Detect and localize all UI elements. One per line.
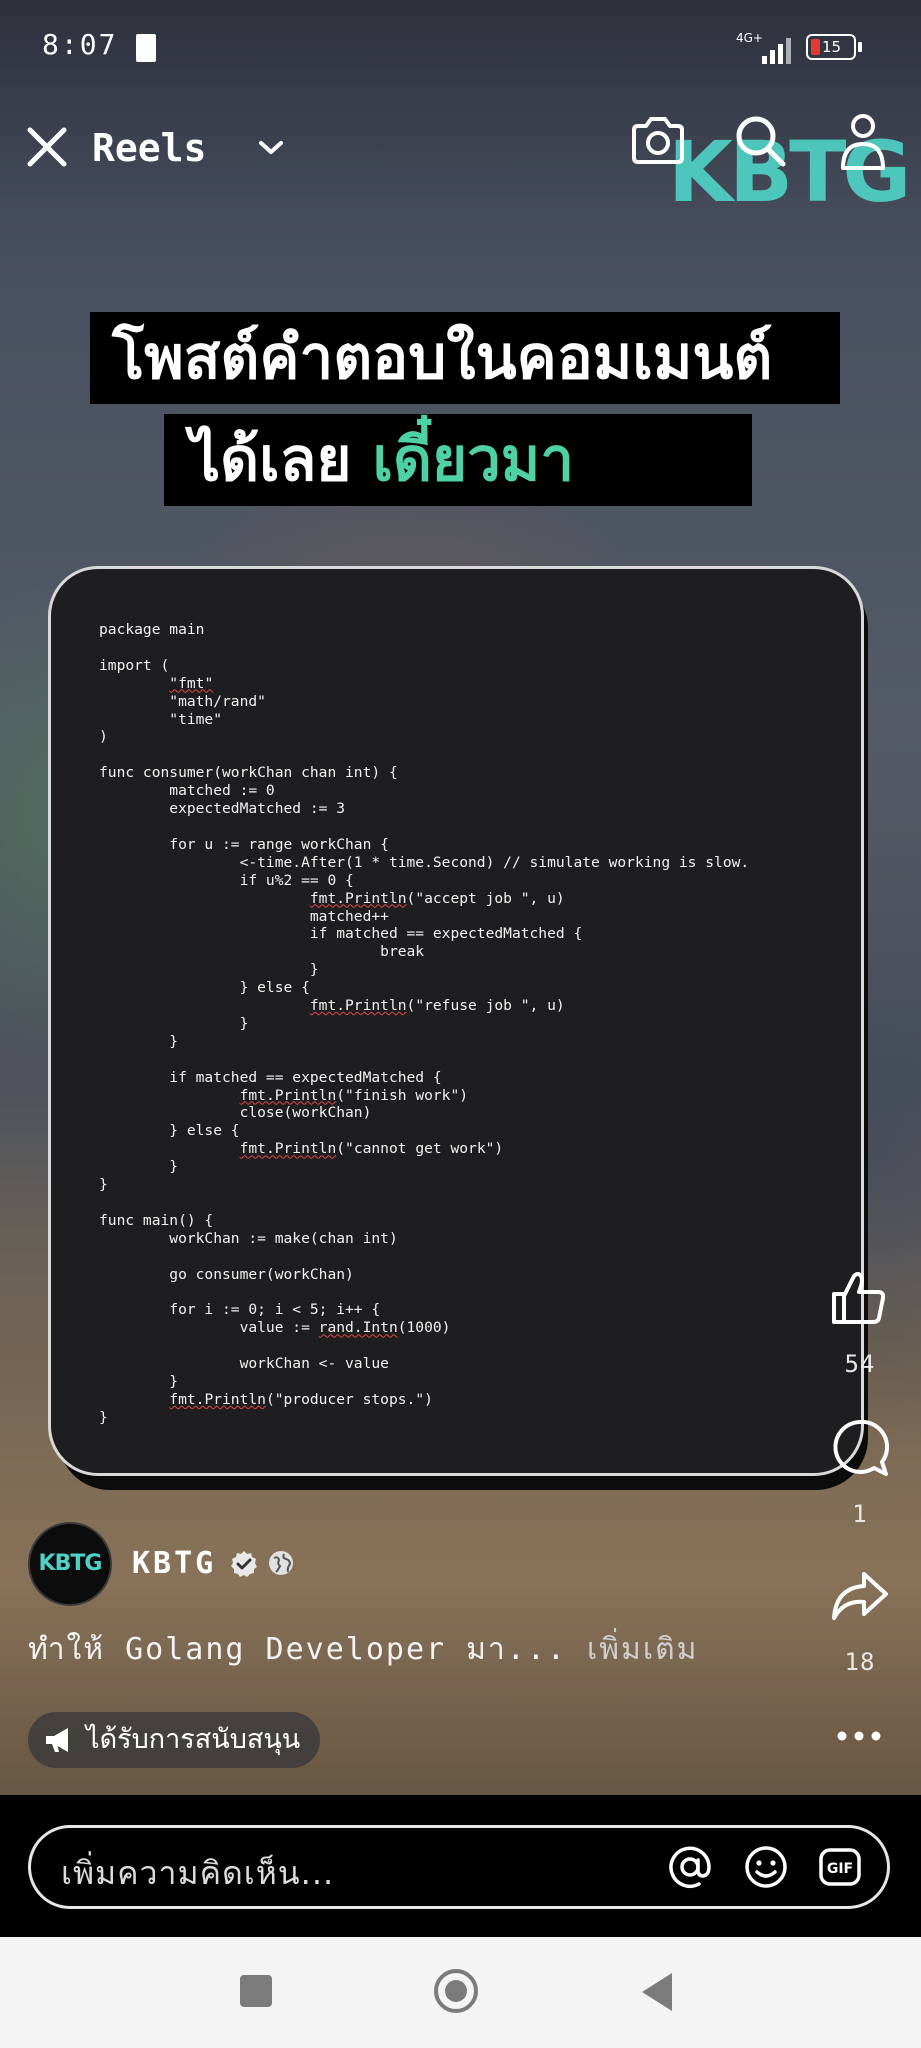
search-icon[interactable] bbox=[734, 114, 788, 170]
code-line: matched++ bbox=[309, 907, 389, 925]
chevron-down-icon[interactable] bbox=[256, 138, 286, 158]
code-line: expectedMatched := 3 bbox=[169, 800, 346, 818]
battery-saver-icon bbox=[136, 34, 156, 62]
code-line: func main() { bbox=[99, 1211, 214, 1229]
back-button[interactable] bbox=[642, 1973, 672, 2011]
code-line: import ( bbox=[99, 656, 170, 674]
comment-count: 1 bbox=[852, 1500, 868, 1528]
at-icon[interactable] bbox=[667, 1844, 713, 1890]
code-line: "fmt" bbox=[169, 674, 214, 692]
comment-bubble-icon[interactable] bbox=[830, 1418, 890, 1478]
comment-input[interactable]: เพิ่มความคิดเห็น... GIF bbox=[28, 1825, 890, 1909]
code-line: <-time.After(1 * time.Second) // simulat… bbox=[239, 853, 750, 871]
code-line: for u := range workChan { bbox=[169, 835, 389, 853]
battery-level: 15 bbox=[822, 38, 842, 56]
verified-badge-icon bbox=[231, 1551, 257, 1577]
share-arrow-icon[interactable] bbox=[830, 1566, 890, 1626]
code-line: "time" bbox=[169, 710, 223, 728]
headline-text-1: โพสต์คำตอบในคอมเมนต์ bbox=[112, 323, 773, 393]
code-line: break bbox=[380, 943, 425, 961]
code-line: if matched == expectedMatched { bbox=[309, 925, 583, 943]
code-line: if matched == expectedMatched { bbox=[169, 1068, 442, 1086]
code-line: workChan <- value bbox=[239, 1355, 389, 1373]
megaphone-icon bbox=[46, 1728, 68, 1752]
avatar-logo-text: KBTG bbox=[38, 1551, 103, 1576]
sponsored-label: ได้รับการสนับสนุน bbox=[86, 1724, 301, 1755]
recent-apps-button[interactable] bbox=[240, 1975, 272, 2007]
headline-line-2: ได้เลย เดี๋ยวมา bbox=[164, 414, 752, 506]
battery-tip bbox=[858, 42, 862, 52]
sponsored-badge[interactable]: ได้รับการสนับสนุน bbox=[28, 1712, 321, 1768]
system-nav-bar bbox=[0, 1937, 921, 2048]
close-icon[interactable] bbox=[24, 124, 70, 170]
code-line: func consumer(workChan chan int) { bbox=[99, 764, 398, 782]
headline-green: เดี๋ยวมา bbox=[372, 425, 575, 495]
reels-title[interactable]: Reels bbox=[92, 126, 206, 170]
headline-text-2: ได้เลย เดี๋ยวมา bbox=[190, 428, 574, 492]
signal-icon bbox=[762, 34, 796, 64]
thumbs-up-icon[interactable] bbox=[828, 1268, 888, 1328]
code-line: for i := 0; i < 5; i++ { bbox=[169, 1301, 381, 1319]
comment-placeholder: เพิ่มความคิดเห็น... bbox=[61, 1854, 335, 1892]
battery-icon: 15 bbox=[806, 34, 856, 60]
globe-icon bbox=[269, 1551, 293, 1575]
code-line: } bbox=[309, 961, 319, 979]
code-line: } bbox=[99, 1176, 108, 1194]
code-line: "math/rand" bbox=[169, 692, 266, 710]
person-icon[interactable] bbox=[838, 112, 888, 172]
status-time: 8:07 bbox=[42, 28, 118, 61]
code-block: package main import ( "fmt" "math/rand" … bbox=[99, 621, 749, 1427]
code-line: go consumer(workChan) bbox=[169, 1265, 354, 1283]
code-line: } bbox=[239, 1014, 249, 1032]
like-count: 54 bbox=[844, 1350, 876, 1378]
emoji-icon[interactable] bbox=[743, 1844, 789, 1890]
caption[interactable]: ทำให้ Golang Developer มา... เพิ่มเติม bbox=[28, 1626, 698, 1673]
comment-bar: เพิ่มความคิดเห็น... GIF bbox=[0, 1795, 921, 1937]
code-line: matched := 0 bbox=[169, 782, 275, 800]
code-line: fmt.Println("finish work") bbox=[239, 1086, 469, 1104]
code-line: fmt.Println("refuse job ", u) bbox=[309, 997, 565, 1015]
code-line: } bbox=[99, 1408, 108, 1426]
caption-more-link[interactable]: เพิ่มเติม bbox=[587, 1632, 698, 1667]
code-line: if u%2 == 0 { bbox=[239, 871, 354, 889]
author-avatar[interactable]: KBTG bbox=[28, 1522, 112, 1606]
code-line: ) bbox=[99, 728, 108, 746]
more-dots-icon[interactable] bbox=[834, 1726, 884, 1746]
code-line: } bbox=[169, 1032, 179, 1050]
home-button[interactable] bbox=[434, 1969, 478, 2013]
network-type: 4G+ bbox=[736, 31, 763, 45]
svg-text:GIF: GIF bbox=[827, 1861, 853, 1877]
code-line: fmt.Println("cannot get work") bbox=[239, 1140, 504, 1158]
code-line: fmt.Println("producer stops.") bbox=[169, 1390, 433, 1408]
camera-icon[interactable] bbox=[628, 114, 688, 168]
caption-text: ทำให้ Golang Developer มา... bbox=[28, 1632, 567, 1667]
code-line: } bbox=[169, 1158, 179, 1176]
code-line: workChan := make(chan int) bbox=[169, 1229, 398, 1247]
status-bar: 8:07 4G+ 15 bbox=[0, 0, 921, 90]
code-line: package main bbox=[99, 621, 205, 638]
author-name[interactable]: KBTG bbox=[132, 1546, 216, 1581]
code-line: fmt.Println("accept job ", u) bbox=[309, 889, 565, 907]
code-line: } else { bbox=[169, 1122, 240, 1140]
code-line: } bbox=[169, 1373, 179, 1391]
headline-line-1: โพสต์คำตอบในคอมเมนต์ bbox=[90, 312, 840, 404]
code-line: value := rand.Intn(1000) bbox=[99, 1319, 451, 1337]
headline-white: ได้เลย bbox=[190, 425, 352, 495]
code-line: } else { bbox=[239, 979, 310, 997]
code-card: package main import ( "fmt" "math/rand" … bbox=[48, 566, 864, 1476]
share-count: 18 bbox=[844, 1648, 876, 1676]
gif-icon[interactable]: GIF bbox=[817, 1844, 863, 1890]
code-line: close(workChan) bbox=[239, 1104, 372, 1122]
